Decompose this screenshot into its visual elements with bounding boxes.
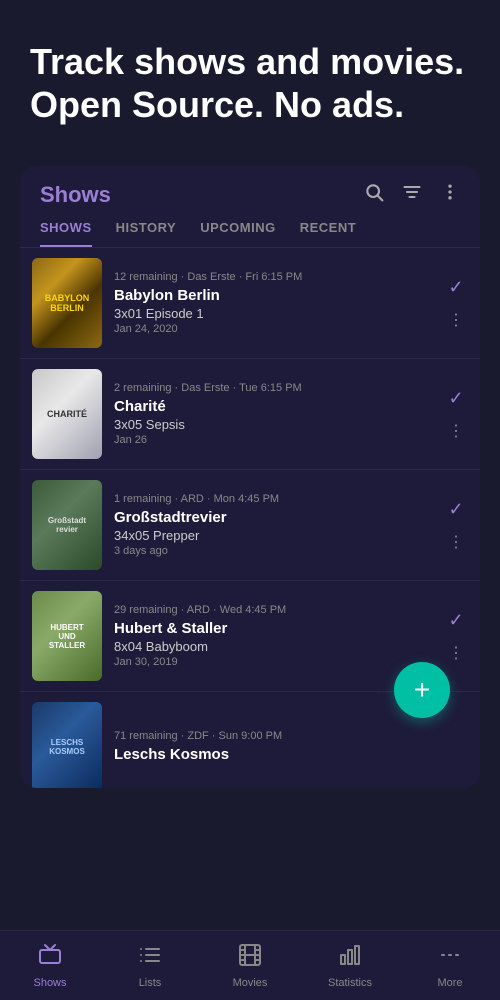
show-episode: 3x01 Episode 1 (114, 306, 440, 321)
poster-image: Großstadtrevier (32, 480, 102, 570)
show-poster: Großstadtrevier (32, 480, 102, 570)
show-info: 71 remaining · ZDF · Sun 9:00 PM Leschs … (114, 730, 456, 765)
tab-history[interactable]: HISTORY (116, 220, 177, 247)
show-date: Jan 26 (114, 434, 440, 446)
show-more-icon[interactable]: ⋮ (448, 310, 464, 330)
show-actions: ✓ ⋮ (448, 499, 464, 552)
poster-image: HUBERTUNDSTALLER (32, 591, 102, 681)
app-card: Shows (20, 166, 480, 788)
check-icon[interactable]: ✓ (448, 277, 463, 298)
show-meta: 2 remaining · Das Erste · Tue 6:15 PM (114, 382, 440, 394)
show-info: 12 remaining · Das Erste · Fri 6:15 PM B… (114, 271, 440, 335)
show-list-container: BABYLONBERLIN 12 remaining · Das Erste ·… (20, 248, 480, 788)
nav-item-shows[interactable]: Shows (0, 943, 100, 989)
show-name: Hubert & Staller (114, 620, 440, 637)
tv-icon (38, 943, 62, 973)
show-meta: 71 remaining · ZDF · Sun 9:00 PM (114, 730, 456, 742)
tab-recent[interactable]: RECENT (300, 220, 356, 247)
list-item[interactable]: CHARITÉ 2 remaining · Das Erste · Tue 6:… (20, 359, 480, 470)
nav-label-statistics: Statistics (328, 977, 372, 989)
nav-item-statistics[interactable]: Statistics (300, 943, 400, 989)
check-icon[interactable]: ✓ (448, 388, 463, 409)
list-icon (138, 943, 162, 973)
show-actions: ✓ ⋮ (448, 388, 464, 441)
show-more-icon[interactable]: ⋮ (448, 643, 464, 663)
movie-icon (238, 943, 262, 973)
list-item[interactable]: Großstadtrevier 1 remaining · ARD · Mon … (20, 470, 480, 581)
show-date: Jan 30, 2019 (114, 656, 440, 668)
card-header: Shows (20, 166, 480, 208)
show-poster: BABYLONBERLIN (32, 258, 102, 348)
hero-section: Track shows and movies. Open Source. No … (0, 0, 500, 156)
show-meta: 12 remaining · Das Erste · Fri 6:15 PM (114, 271, 440, 283)
show-more-icon[interactable]: ⋮ (448, 532, 464, 552)
show-date: 3 days ago (114, 545, 440, 557)
show-meta: 1 remaining · ARD · Mon 4:45 PM (114, 493, 440, 505)
nav-label-movies: Movies (233, 977, 268, 989)
card-title: Shows (40, 182, 111, 208)
show-episode: 34x05 Prepper (114, 528, 440, 543)
show-more-icon[interactable]: ⋮ (448, 421, 464, 441)
statistics-icon (338, 943, 362, 973)
nav-label-shows: Shows (33, 977, 66, 989)
show-poster: LESCHSKOSMOS (32, 702, 102, 788)
list-item[interactable]: BABYLONBERLIN 12 remaining · Das Erste ·… (20, 248, 480, 359)
show-name: Babylon Berlin (114, 287, 440, 304)
show-name: Leschs Kosmos (114, 746, 456, 763)
poster-image: BABYLONBERLIN (32, 258, 102, 348)
show-actions: ✓ ⋮ (448, 610, 464, 663)
poster-image: LESCHSKOSMOS (32, 702, 102, 788)
nav-item-more[interactable]: More (400, 943, 500, 989)
poster-image: CHARITÉ (32, 369, 102, 459)
show-info: 29 remaining · ARD · Wed 4:45 PM Hubert … (114, 604, 440, 668)
nav-label-lists: Lists (139, 977, 162, 989)
show-info: 1 remaining · ARD · Mon 4:45 PM Großstad… (114, 493, 440, 557)
nav-item-movies[interactable]: Movies (200, 943, 300, 989)
check-icon[interactable]: ✓ (448, 499, 463, 520)
show-episode: 3x05 Sepsis (114, 417, 440, 432)
show-name: Charité (114, 398, 440, 415)
show-date: Jan 24, 2020 (114, 323, 440, 335)
filter-icon[interactable] (402, 182, 422, 208)
more-nav-icon (438, 943, 462, 973)
show-episode: 8x04 Babyboom (114, 639, 440, 654)
check-icon[interactable]: ✓ (448, 610, 463, 631)
tab-shows[interactable]: SHOWS (40, 220, 92, 247)
show-info: 2 remaining · Das Erste · Tue 6:15 PM Ch… (114, 382, 440, 446)
hero-title: Track shows and movies. Open Source. No … (30, 40, 470, 126)
nav-item-lists[interactable]: Lists (100, 943, 200, 989)
tab-bar: SHOWS HISTORY UPCOMING RECENT (20, 208, 480, 248)
show-meta: 29 remaining · ARD · Wed 4:45 PM (114, 604, 440, 616)
search-icon[interactable] (364, 182, 384, 208)
nav-label-more: More (437, 977, 462, 989)
header-icons (364, 182, 460, 208)
tab-upcoming[interactable]: UPCOMING (200, 220, 276, 247)
more-options-icon[interactable] (440, 182, 460, 208)
show-name: Großstadtrevier (114, 509, 440, 526)
bottom-nav: Shows Lists Movies (0, 930, 500, 1000)
add-icon: + (414, 674, 430, 706)
show-poster: HUBERTUNDSTALLER (32, 591, 102, 681)
add-fab-button[interactable]: + (394, 662, 450, 718)
show-actions: ✓ ⋮ (448, 277, 464, 330)
show-poster: CHARITÉ (32, 369, 102, 459)
